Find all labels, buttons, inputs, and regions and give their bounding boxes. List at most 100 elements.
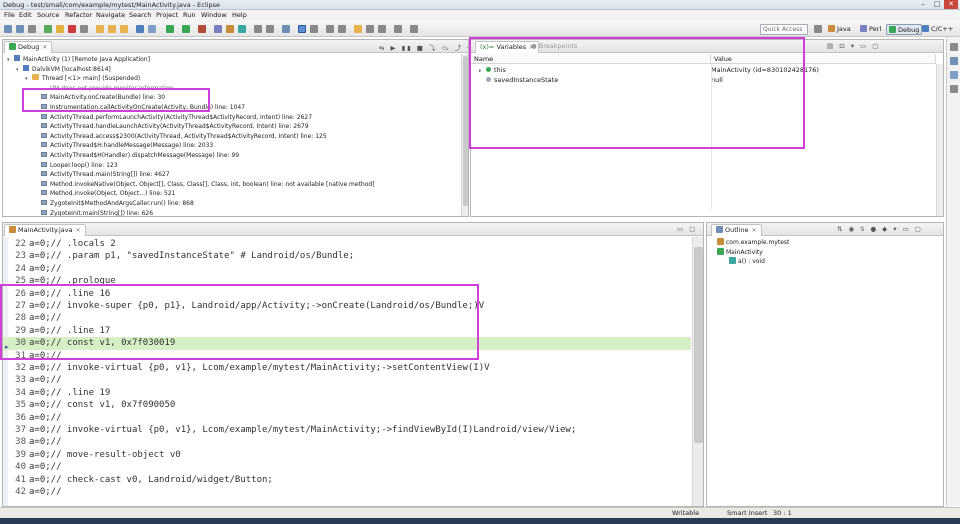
- maximize-button[interactable]: □: [930, 0, 944, 9]
- stack-frame-row[interactable]: ZygoteInit$MethodAndArgsCaller.run() lin…: [34, 199, 194, 208]
- run-launch-icon[interactable]: [182, 25, 190, 33]
- perspective-java[interactable]: Java: [826, 24, 853, 35]
- terminate-icon[interactable]: [68, 25, 76, 33]
- editor-vertical-scrollbar[interactable]: [692, 237, 703, 506]
- expand-toggle-icon[interactable]: ▾: [25, 75, 32, 84]
- stack-frame-row[interactable]: MainActivity.onCreate(Bundle) line: 30: [34, 93, 165, 102]
- menu-refactor[interactable]: Refactor: [65, 11, 92, 19]
- stack-frame-row[interactable]: ActivityThread.handleLaunchActivity(Acti…: [34, 122, 309, 131]
- code-line[interactable]: 25 a=0;// .prologue: [3, 275, 691, 287]
- show-whitespace-icon[interactable]: [310, 25, 318, 33]
- perspective-perl[interactable]: Perl: [858, 24, 883, 35]
- perspective-debug[interactable]: Debug: [886, 24, 923, 35]
- stack-frame-row[interactable]: ActivityThread$H.handleMessage(Message) …: [34, 141, 213, 150]
- perspective-cpp[interactable]: C/C++: [920, 24, 955, 35]
- menu-run[interactable]: Run: [183, 11, 195, 19]
- column-name-header[interactable]: Name: [471, 54, 711, 64]
- step-into-icon[interactable]: [96, 25, 104, 33]
- tab-debug[interactable]: Debug ✕: [4, 41, 53, 53]
- lock-icon[interactable]: [410, 25, 418, 33]
- menu-edit[interactable]: Edit: [19, 11, 32, 19]
- step-return-icon[interactable]: [120, 25, 128, 33]
- code-line[interactable]: 34 a=0;// .line 19: [3, 387, 691, 399]
- step-over-icon[interactable]: [108, 25, 116, 33]
- outline-item[interactable]: MainActivity: [717, 247, 763, 257]
- previous-annotation-icon[interactable]: [338, 25, 346, 33]
- variable-value-cell[interactable]: MainActivity (id=830102428176): [711, 66, 819, 75]
- close-icon[interactable]: ✕: [76, 227, 81, 234]
- save-icon[interactable]: [16, 25, 24, 33]
- debug-launch-icon[interactable]: [166, 25, 174, 33]
- expand-toggle-icon[interactable]: ▸: [479, 67, 486, 76]
- resume-icon[interactable]: [44, 25, 52, 33]
- open-type-icon[interactable]: [254, 25, 262, 33]
- close-icon[interactable]: ✕: [752, 227, 757, 234]
- variables-view-toolbar[interactable]: ▤ ⊡ ▾ ▭ ▢: [827, 42, 880, 51]
- stack-frame-row[interactable]: ▾ MainActivity (1) [Remote Java Applicati…: [7, 55, 150, 64]
- menu-help[interactable]: Help: [232, 11, 247, 19]
- open-task-icon[interactable]: [266, 25, 274, 33]
- code-line[interactable]: 40 a=0;//: [3, 461, 691, 473]
- stack-frame-row[interactable]: ActivityThread.main(String[]) line: 4627: [34, 170, 170, 179]
- code-line[interactable]: 32 a=0;// invoke-virtual {p0, v1}, Lcom/e…: [3, 362, 691, 374]
- column-value-header[interactable]: Value: [711, 54, 936, 64]
- stack-frame-row[interactable]: ActivityThread$H(Handler).dispatchMessag…: [34, 151, 239, 160]
- stack-frame-row[interactable]: Looper.loop() line: 123: [34, 161, 118, 170]
- code-line[interactable]: 33 a=0;//: [3, 374, 691, 386]
- variable-value-cell[interactable]: null: [711, 76, 723, 85]
- navigator-icon[interactable]: [950, 85, 958, 93]
- menu-window[interactable]: Window: [201, 11, 227, 19]
- stack-frame-row[interactable]: ActivityThread.performLaunchActivity(Act…: [34, 113, 312, 122]
- code-line[interactable]: 27 a=0;// invoke-super {p0, p1}, Landroid…: [3, 300, 691, 312]
- search-icon[interactable]: [282, 25, 290, 33]
- tab-outline[interactable]: Outline ✕: [711, 224, 762, 236]
- forward-icon[interactable]: [378, 25, 386, 33]
- outline-item[interactable]: a() : void: [729, 257, 765, 266]
- debug-scroll-thumb[interactable]: [463, 56, 468, 206]
- code-line[interactable]: 30 a=0;// const v1, 0x7f030019: [3, 337, 691, 350]
- code-line[interactable]: 41 a=0;// check-cast v0, Landroid/widget/…: [3, 474, 691, 486]
- stack-frame-row[interactable]: ZygoteInit.main(String[]) line: 626: [34, 209, 153, 216]
- code-line[interactable]: 28 a=0;//: [3, 312, 691, 324]
- outline-toolbar[interactable]: ⇅ ◉ S ● ◆ ▾ ▭ ▢: [837, 225, 923, 234]
- tab-mainactivity-java[interactable]: MainActivity.java ✕: [4, 224, 86, 236]
- variable-name-cell[interactable]: ▸ this: [479, 66, 506, 75]
- suspend-icon[interactable]: [56, 25, 64, 33]
- last-edit-location-icon[interactable]: [354, 25, 362, 33]
- variables-vertical-scrollbar[interactable]: [936, 64, 943, 216]
- code-line[interactable]: 26 a=0;// .line 16: [3, 288, 691, 300]
- code-line[interactable]: 22 a=0;// .locals 2: [3, 238, 691, 250]
- hierarchy-icon[interactable]: [950, 71, 958, 79]
- print-icon[interactable]: [28, 25, 36, 33]
- menu-navigate[interactable]: Navigate: [96, 11, 125, 19]
- code-area[interactable]: 22 a=0;// .locals 2 23 a=0;// .param p1, "s…: [3, 237, 691, 506]
- stack-frame-row[interactable]: ▾ Thread [<1> main] (Suspended): [25, 74, 140, 83]
- stack-frame-row[interactable]: ▾ DalvikVM [localhost:8614]: [16, 64, 111, 74]
- code-line[interactable]: 29 a=0;// .line 17: [3, 325, 691, 337]
- next-annotation-icon[interactable]: [326, 25, 334, 33]
- package-explorer-icon[interactable]: [950, 57, 958, 65]
- pin-icon[interactable]: [394, 25, 402, 33]
- editor-scroll-thumb[interactable]: [694, 247, 703, 443]
- tab-breakpoints[interactable]: ● Breakpoints: [527, 41, 581, 53]
- drop-to-frame-icon[interactable]: [136, 25, 144, 33]
- restore-icon[interactable]: [950, 43, 958, 51]
- new-java-project-icon[interactable]: [214, 25, 222, 33]
- code-line[interactable]: 36 a=0;//: [3, 412, 691, 424]
- back-icon[interactable]: [366, 25, 374, 33]
- variable-name-cell[interactable]: savedInstanceState: [479, 76, 558, 85]
- code-line[interactable]: 42 a=0;//: [3, 486, 691, 498]
- new-package-icon[interactable]: [226, 25, 234, 33]
- menu-file[interactable]: File: [4, 11, 15, 19]
- disconnect-icon[interactable]: [80, 25, 88, 33]
- code-line[interactable]: 24 a=0;//: [3, 263, 691, 275]
- stack-frame-row[interactable]: VM does not provide monitor information: [34, 83, 174, 93]
- menu-source[interactable]: Source: [37, 11, 59, 19]
- code-line[interactable]: 38 a=0;//: [3, 436, 691, 448]
- outline-item[interactable]: com.example.mytest: [717, 238, 789, 247]
- code-line[interactable]: 37 a=0;// invoke-virtual {p0, v1}, Lcom/e…: [3, 424, 691, 436]
- code-line[interactable]: 35 a=0;// const v1, 0x7f090050: [3, 399, 691, 411]
- open-perspective-icon[interactable]: [814, 25, 822, 33]
- quick-access-input[interactable]: Quick Access: [760, 24, 808, 35]
- code-line[interactable]: 31 a=0;//: [3, 350, 691, 362]
